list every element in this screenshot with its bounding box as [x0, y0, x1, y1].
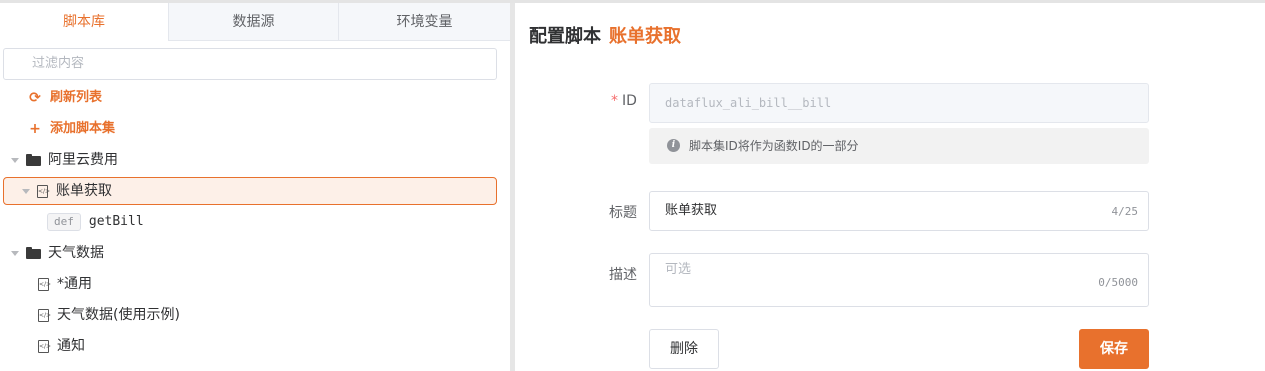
description-field[interactable]: 可选 0/5000	[649, 253, 1149, 307]
chevron-down-icon[interactable]	[21, 186, 31, 196]
tab-env-variables[interactable]: 环境变量	[338, 3, 510, 41]
description-label: 描述	[609, 267, 637, 283]
id-label: * ID	[611, 93, 637, 109]
chevron-down-icon[interactable]	[10, 155, 20, 165]
code-file-icon: </>	[38, 308, 51, 322]
plus-icon: +	[29, 121, 41, 137]
id-value: dataflux_ali_bill__bill	[665, 96, 832, 110]
tree-script-bill-fetch[interactable]: </> 账单获取	[3, 177, 497, 205]
tree-function-getbill[interactable]: def getBill	[47, 208, 144, 236]
tree-script-common[interactable]: </> *通用	[32, 270, 92, 298]
script-label: 账单获取	[56, 183, 112, 199]
folder-label: 阿里云费用	[48, 152, 118, 168]
chevron-down-icon[interactable]	[10, 248, 20, 258]
function-label: getBill	[88, 214, 144, 229]
page-title-prefix: 配置脚本	[529, 26, 601, 47]
code-file-icon: </>	[38, 277, 51, 291]
title-char-count: 4/25	[1111, 205, 1139, 218]
tree-script-notify[interactable]: </> 通知	[32, 332, 85, 360]
save-button[interactable]: 保存	[1079, 329, 1149, 369]
def-badge: def	[47, 213, 81, 231]
tab-data-sources[interactable]: 数据源	[168, 3, 338, 41]
title-value: 账单获取	[665, 203, 718, 218]
filter-input[interactable]: 过滤内容	[3, 48, 497, 80]
folder-open-icon	[26, 154, 41, 166]
refresh-list-action[interactable]: ⟳ 刷新列表	[28, 84, 102, 112]
page-title-script-name: 账单获取	[609, 26, 681, 47]
script-label: 天气数据(使用示例)	[57, 307, 180, 323]
tree-folder-weather[interactable]: 天气数据	[10, 239, 104, 267]
refresh-icon: ⟳	[29, 90, 41, 106]
title-label: 标题	[609, 205, 637, 221]
id-hint-text: 脚本集ID将作为函数ID的一部分	[689, 139, 859, 153]
folder-open-icon	[26, 247, 41, 259]
add-script-set-action[interactable]: + 添加脚本集	[28, 115, 115, 143]
tree-folder-aliyun-cost[interactable]: 阿里云费用	[10, 146, 118, 174]
script-label: *通用	[57, 276, 92, 292]
delete-button[interactable]: 删除	[649, 329, 719, 369]
title-field[interactable]: 账单获取 4/25	[649, 191, 1149, 231]
info-icon: i	[667, 139, 680, 152]
refresh-list-label: 刷新列表	[50, 90, 103, 105]
tab-script-library[interactable]: 脚本库	[0, 3, 168, 41]
script-label: 通知	[57, 338, 85, 354]
required-mark: *	[611, 93, 618, 109]
page-title: 配置脚本 账单获取	[529, 22, 681, 48]
folder-label: 天气数据	[48, 245, 104, 261]
id-field[interactable]: dataflux_ali_bill__bill	[649, 83, 1149, 123]
id-hint: i 脚本集ID将作为函数ID的一部分	[649, 128, 1149, 164]
id-label-text: ID	[622, 93, 637, 109]
script-library-panel: 脚本库 数据源 环境变量 过滤内容 ⟳ 刷新列表 + 添加脚本集 阿里云费用 <…	[0, 3, 510, 371]
tree-script-weather-example[interactable]: </> 天气数据(使用示例)	[32, 301, 180, 329]
code-file-icon: </>	[38, 339, 51, 353]
code-file-icon: </>	[37, 184, 50, 198]
panel-tabs: 脚本库 数据源 环境变量	[0, 3, 510, 41]
add-script-set-label: 添加脚本集	[50, 121, 116, 136]
description-placeholder: 可选	[665, 262, 692, 277]
description-char-count: 0/5000	[1098, 276, 1138, 289]
config-panel: 配置脚本 账单获取 * ID dataflux_ali_bill__bill i 脚…	[515, 3, 1265, 371]
